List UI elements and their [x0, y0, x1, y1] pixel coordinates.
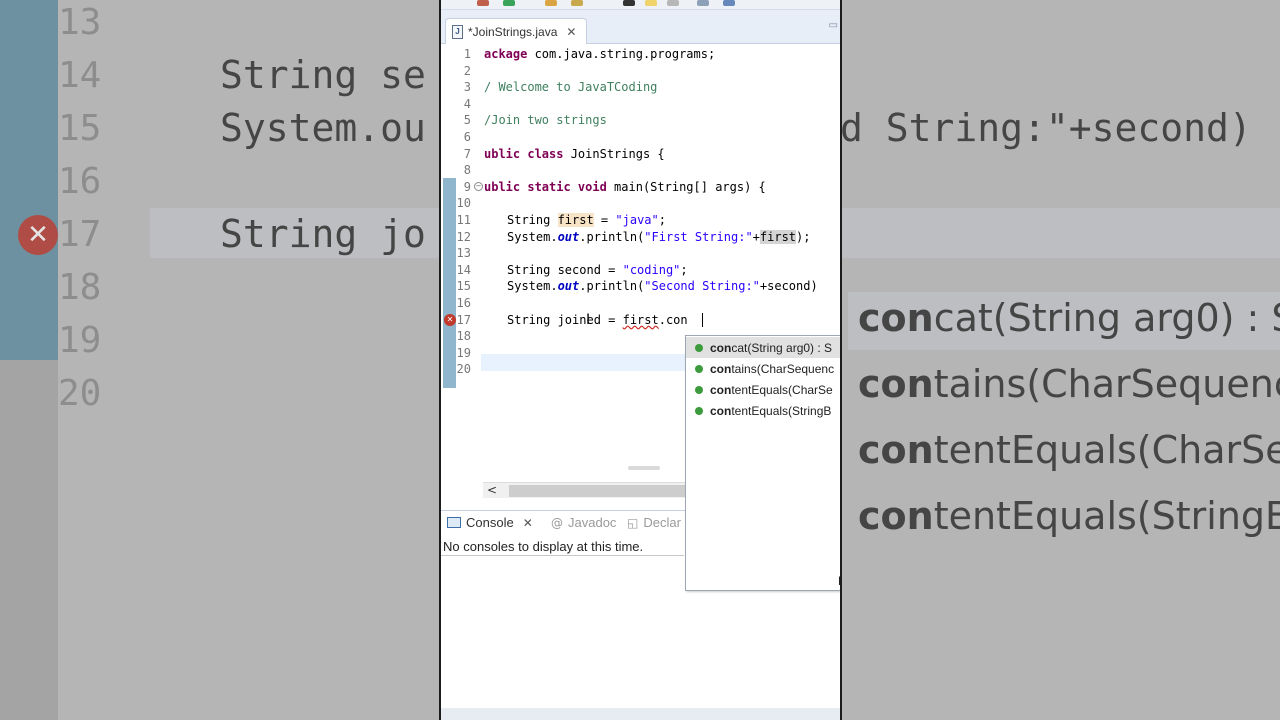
line-number: 13 [456, 246, 471, 261]
toolbar-icon[interactable] [623, 0, 635, 6]
chevron-left-icon[interactable]: < [487, 483, 497, 497]
line-number: 2 [463, 63, 471, 78]
line-number: 17 [456, 312, 471, 327]
suggestion-item[interactable]: con cat(String arg0) : S [686, 337, 840, 358]
public-method-icon [695, 385, 703, 394]
suggestion-item[interactable]: con tentEquals(StringB [686, 400, 840, 421]
code-line: 16 [441, 295, 840, 312]
code-line: 3 / Welcome to JavaTCoding [441, 79, 840, 96]
line-number: 6 [463, 130, 471, 144]
code-line: 10 [441, 195, 840, 212]
line-number: 20 [456, 362, 471, 377]
overview-thumb[interactable] [628, 466, 660, 470]
tab-label: Console [466, 515, 514, 530]
at-icon: @ [551, 515, 563, 530]
code-text: ackage com.java.string.programs; [484, 47, 716, 61]
toolbar-icon[interactable] [723, 0, 735, 6]
code-comment: /Join two strings [484, 113, 607, 128]
toolbar-icon[interactable] [697, 0, 709, 6]
code-line: 14 String second = "coding"; [441, 262, 840, 279]
divider [441, 555, 684, 556]
code-comment: / Welcome to JavaTCoding [484, 80, 658, 95]
status-bar [441, 708, 840, 720]
console-icon [447, 517, 461, 528]
close-icon[interactable]: ✕ [523, 516, 533, 530]
text-caret [702, 312, 703, 327]
toolbar-icon[interactable] [667, 0, 679, 6]
line-number: 7 [463, 146, 471, 161]
folder-icon[interactable] [545, 0, 557, 6]
tab-label: *JoinStrings.java [468, 24, 558, 39]
code-line: 5 /Join two strings [441, 112, 840, 129]
code-line: 1 ackage com.java.string.programs; [441, 46, 840, 63]
tab-declaration[interactable]: ◱ Declar [627, 515, 681, 530]
tab-console[interactable]: Console ✕ [447, 515, 533, 530]
public-method-icon [695, 364, 703, 373]
line-number: 1 [463, 47, 471, 61]
editor-tab-bar: J *JoinStrings.java ✕ ▭ [441, 10, 840, 44]
toolbar-icon[interactable] [477, 0, 489, 6]
code-text: System.out.println("First String:"+first… [507, 229, 811, 244]
content-assist-popup: con cat(String arg0) : S con tains(CharSeq… [685, 335, 840, 591]
maximize-icon[interactable]: ▭ [829, 20, 838, 31]
code-text: String first = "java"; [507, 213, 666, 227]
code-line: 7 ublic class JoinStrings { [441, 146, 840, 163]
fold-collapse-icon[interactable]: − [474, 181, 483, 191]
code-line: 6 [441, 129, 840, 146]
line-number: 5 [463, 113, 471, 128]
suggestion-item[interactable]: con tains(CharSequenc [686, 358, 840, 379]
code-text: System.out.println("Second String:"+seco… [507, 279, 818, 294]
code-text: ublic class JoinStrings { [484, 146, 665, 161]
code-line: 9 − ublic static void main(String[] args… [441, 179, 840, 196]
declaration-icon: ◱ [627, 515, 639, 530]
code-line: 2 [441, 63, 840, 80]
line-number: 14 [456, 262, 471, 277]
run-icon[interactable] [503, 0, 515, 6]
code-text: ublic static void main(String[] args) { [484, 179, 766, 194]
tab-label: Declar [643, 515, 681, 530]
line-number: 18 [456, 329, 471, 344]
line-number: 10 [456, 196, 471, 211]
close-icon[interactable]: ✕ [566, 25, 576, 39]
mouse-ibeam-cursor: I [586, 312, 591, 328]
toolbar-icon[interactable] [571, 0, 583, 6]
console-message: No consoles to display at this time. [443, 539, 644, 554]
line-number: 4 [463, 96, 471, 111]
code-line: 4 [441, 96, 840, 113]
code-line: 11 String first = "java"; [441, 212, 840, 229]
toolbar-icon[interactable] [645, 0, 657, 6]
code-line: 13 [441, 245, 840, 262]
code-line-current: ✕ 17 String joined = first.con [441, 312, 840, 329]
tab-javadoc[interactable]: @ Javadoc [551, 515, 616, 530]
suggestion-item[interactable]: con tentEquals(CharSe [686, 379, 840, 400]
tab-label: Javadoc [568, 515, 617, 530]
code-line: 8 [441, 162, 840, 179]
public-method-icon [695, 406, 703, 415]
line-number: 9 [463, 179, 471, 194]
code-text: String second = "coding"; [507, 262, 688, 277]
popup-status-text: P [838, 574, 840, 588]
line-number: 11 [456, 213, 471, 227]
line-number: 8 [463, 163, 471, 178]
line-number: 16 [456, 296, 471, 310]
line-number: 3 [463, 80, 471, 95]
code-text: String joined = first.con [507, 312, 688, 327]
code-line: 12 System.out.println("First String:"+fi… [441, 229, 840, 246]
line-number: 19 [456, 345, 471, 360]
line-number: 12 [456, 229, 471, 244]
java-file-icon: J [452, 24, 463, 39]
tab-joinstrings-java[interactable]: J *JoinStrings.java ✕ [445, 18, 588, 44]
toolbar [441, 0, 840, 10]
public-method-icon [695, 343, 703, 352]
line-number: 15 [456, 279, 471, 294]
eclipse-editor-panel: J *JoinStrings.java ✕ ▭ 1 ackage com.jav… [441, 0, 840, 720]
code-line: 15 System.out.println("Second String:"+s… [441, 278, 840, 295]
